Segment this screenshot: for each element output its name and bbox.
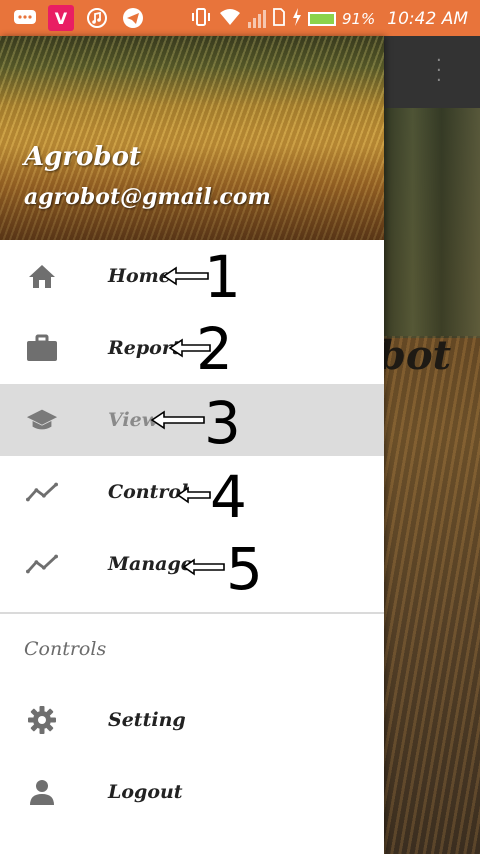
music-icon [84, 5, 110, 31]
status-bar: V 91% 10:42 AM [0, 0, 480, 36]
annotation-number: 1 [204, 243, 241, 311]
chat-icon [12, 5, 38, 31]
briefcase-icon [26, 334, 58, 362]
telegram-icon [120, 5, 146, 31]
sim-icon [272, 7, 286, 31]
menu-item-logout[interactable]: Logout [0, 756, 384, 828]
menu-item-view[interactable]: View 3 [0, 384, 384, 456]
notification-icons: V [12, 5, 146, 31]
background-trees [384, 108, 480, 338]
vibrate-icon [190, 7, 212, 31]
background-grass [384, 336, 480, 854]
annotation-number: 5 [226, 535, 263, 603]
menu-label-manage: Manage [108, 553, 193, 575]
charging-icon [292, 8, 302, 30]
menu-item-control[interactable]: Control 4 [0, 456, 384, 528]
user-name: Agrobot [24, 142, 141, 172]
menu-label-setting: Setting [108, 709, 186, 731]
trending-icon [26, 550, 58, 578]
menu-label-logout: Logout [108, 781, 183, 803]
drawer-header: Agrobot agrobot@gmail.com [0, 36, 384, 240]
menu-item-report[interactable]: Report 2 [0, 312, 384, 384]
background-toolbar: · · · [384, 36, 480, 108]
menu-item-home[interactable]: Home 1 [0, 240, 384, 312]
drawer-menu: Home 1 Report 2 View 3 Control 4 Manage … [0, 240, 384, 828]
vidmate-icon: V [48, 5, 74, 31]
annotation-arrow [182, 558, 225, 576]
menu-item-setting[interactable]: Setting [0, 684, 384, 756]
trending-icon [26, 478, 58, 506]
clock: 10:42 AM [387, 9, 468, 29]
signal-icon [247, 10, 266, 28]
system-icons: 91% 10:42 AM [190, 7, 468, 31]
overflow-menu-icon[interactable]: · · · [436, 52, 442, 90]
person-icon [26, 778, 58, 806]
navigation-drawer[interactable]: Agrobot agrobot@gmail.com Home 1 Report … [0, 36, 384, 854]
user-email: agrobot@gmail.com [24, 184, 271, 210]
school-icon [26, 406, 58, 434]
battery-percent: 91% [341, 10, 376, 28]
annotation-arrow [150, 410, 205, 430]
background-app[interactable]: · · · bot [384, 36, 480, 854]
wifi-icon [218, 7, 242, 31]
annotation-number: 2 [196, 315, 233, 383]
battery-icon [307, 12, 336, 26]
gear-icon [26, 706, 58, 734]
annotation-arrow [162, 266, 209, 286]
home-icon [26, 262, 58, 290]
annotation-number: 3 [204, 389, 241, 457]
annotation-arrow [176, 486, 211, 504]
annotation-number: 4 [210, 463, 247, 531]
section-title-controls: Controls [24, 638, 107, 660]
menu-item-manage[interactable]: Manage 5 [0, 528, 384, 600]
background-title: bot [384, 332, 452, 379]
